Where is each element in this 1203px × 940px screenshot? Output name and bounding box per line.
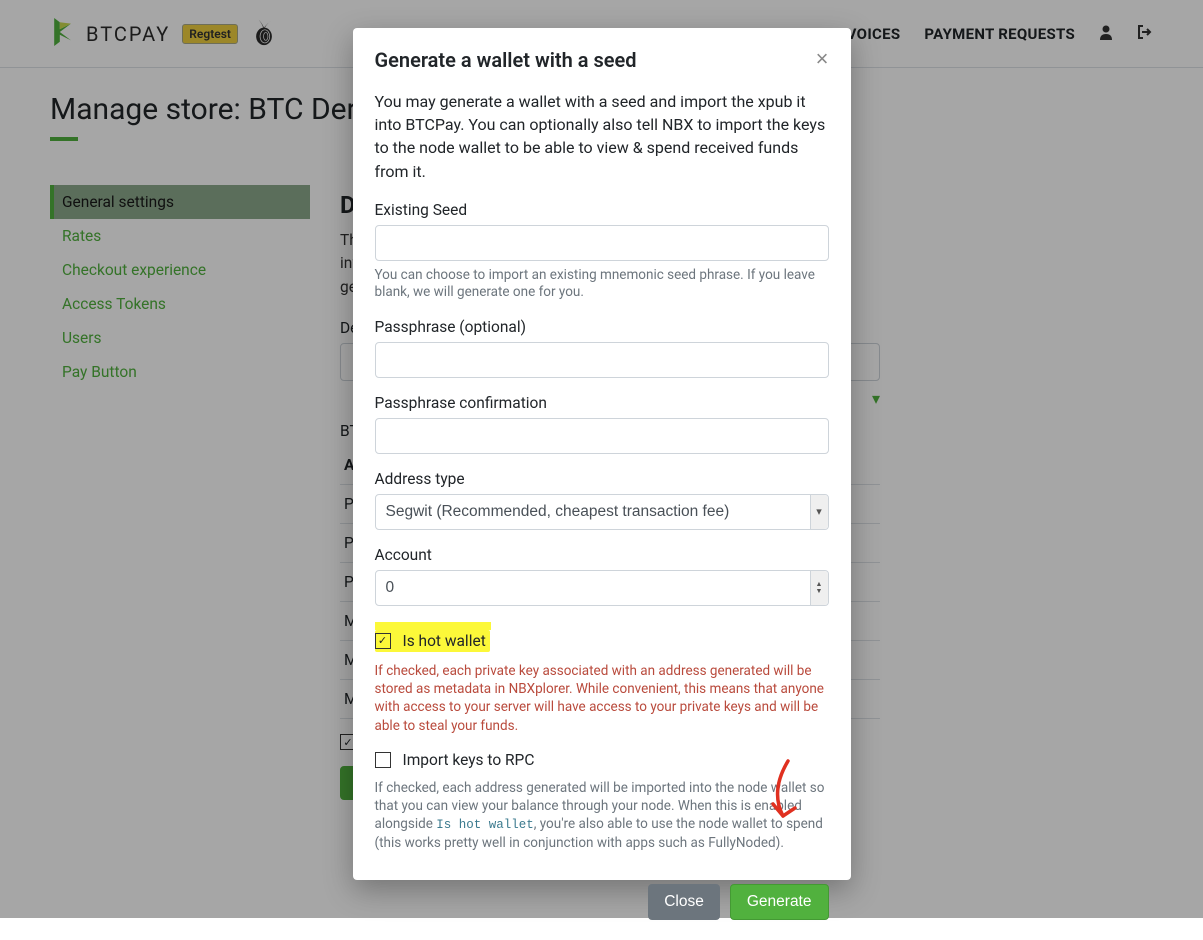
generate-wallet-modal: Generate a wallet with a seed × You may … — [353, 28, 851, 880]
existing-seed-help: You can choose to import an existing mne… — [375, 267, 829, 302]
existing-seed-label: Existing Seed — [375, 201, 829, 219]
rpc-checkbox[interactable] — [375, 752, 391, 768]
hot-wallet-checkbox-row[interactable]: Is hot wallet — [375, 630, 490, 652]
rpc-help-code: Is hot wallet — [436, 818, 534, 832]
existing-seed-input[interactable] — [375, 225, 829, 261]
hot-wallet-checkbox[interactable] — [375, 633, 391, 649]
form-group-passphrase: Passphrase (optional) — [375, 318, 829, 378]
address-type-select[interactable] — [375, 494, 829, 530]
address-type-label: Address type — [375, 470, 829, 488]
generate-button[interactable]: Generate — [730, 884, 829, 920]
close-icon[interactable]: × — [816, 48, 829, 70]
close-button[interactable]: Close — [648, 884, 720, 920]
modal-header: Generate a wallet with a seed × — [353, 28, 851, 86]
account-input[interactable] — [375, 570, 829, 606]
hot-wallet-warning: If checked, each private key associated … — [375, 662, 829, 735]
modal-footer: Close Generate — [353, 870, 851, 940]
passphrase-label: Passphrase (optional) — [375, 318, 829, 336]
modal-overlay: Generate a wallet with a seed × You may … — [0, 0, 1203, 918]
account-label: Account — [375, 546, 829, 564]
passphrase-confirm-label: Passphrase confirmation — [375, 394, 829, 412]
rpc-label: Import keys to RPC — [403, 751, 535, 769]
form-group-passphrase-confirm: Passphrase confirmation — [375, 394, 829, 454]
form-group-address-type: Address type ▾ — [375, 470, 829, 530]
passphrase-confirm-input[interactable] — [375, 418, 829, 454]
modal-title: Generate a wallet with a seed — [375, 48, 637, 72]
modal-body: You may generate a wallet with a seed an… — [353, 86, 851, 870]
hot-wallet-label: Is hot wallet — [403, 632, 486, 650]
modal-intro-text: You may generate a wallet with a seed an… — [375, 90, 829, 183]
form-group-existing-seed: Existing Seed You can choose to import a… — [375, 201, 829, 302]
passphrase-input[interactable] — [375, 342, 829, 378]
form-group-account: Account ▲▼ — [375, 546, 829, 606]
rpc-checkbox-row[interactable]: Import keys to RPC — [375, 751, 829, 769]
highlight-marker — [375, 622, 491, 630]
rpc-help-text: If checked, each address generated will … — [375, 779, 829, 853]
